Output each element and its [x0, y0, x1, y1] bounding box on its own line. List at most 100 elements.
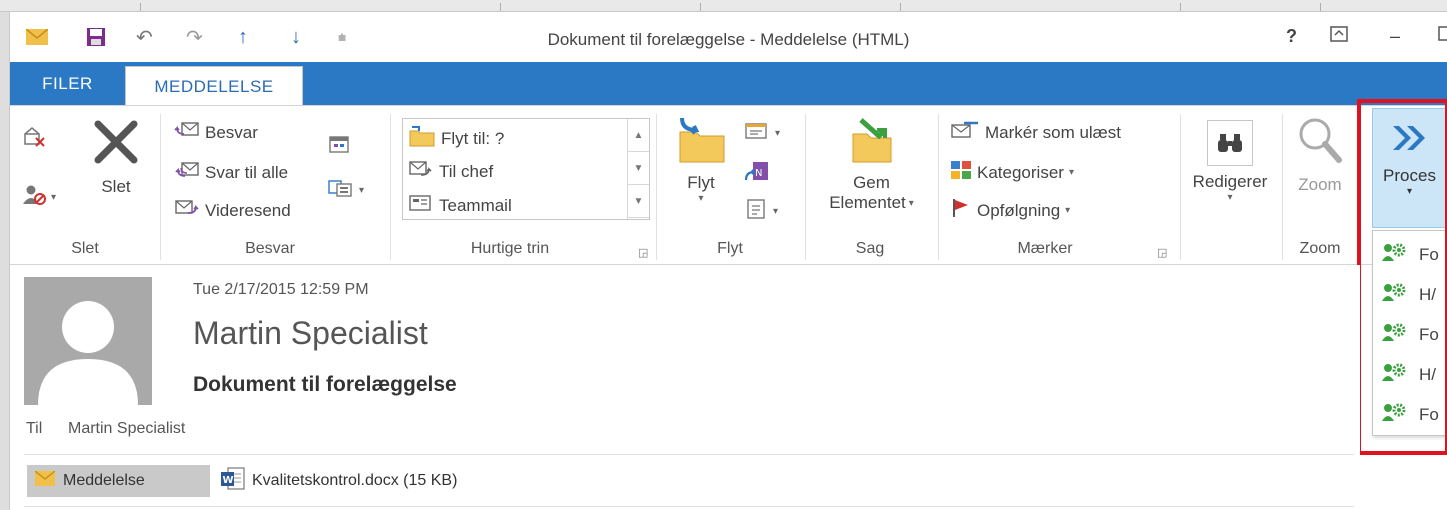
reply-all-button[interactable]: Svar til alle	[174, 160, 288, 185]
to-recipient[interactable]: Martin Specialist	[68, 420, 185, 438]
proces-button[interactable]: Proces ▾	[1372, 108, 1447, 228]
proces-label: Proces	[1383, 166, 1436, 185]
mark-unread-button[interactable]: Markér som ulæst	[950, 120, 1121, 145]
follow-up-button[interactable]: Opfølgning ▾	[950, 198, 1070, 223]
strip-tick	[500, 3, 501, 11]
group-label-zoom: Zoom	[1299, 240, 1341, 257]
mail-envelope-icon	[34, 470, 56, 491]
onenote-button[interactable]: N	[744, 160, 770, 189]
proces-menu-item[interactable]: Fo	[1381, 321, 1439, 348]
folder-arrow-icon	[409, 125, 435, 152]
quick-steps-scrollbar[interactable]: ▲ ▼ ▼	[627, 119, 649, 219]
magnifier-icon	[1297, 116, 1343, 169]
users-gear-icon	[1381, 321, 1407, 348]
more-respond-button[interactable]: ▾	[328, 178, 364, 203]
editing-button[interactable]: Redigerer ▾	[1190, 120, 1270, 203]
quick-step-team-email[interactable]: Teammail	[409, 193, 512, 218]
minimize-button[interactable]: –	[1390, 26, 1400, 47]
forward-mail-icon	[409, 159, 433, 184]
reply-label: Besvar	[205, 122, 258, 142]
categorize-button[interactable]: Kategoriser ▾	[950, 160, 1074, 185]
sender-name[interactable]: Martin Specialist	[193, 315, 428, 352]
proces-menu-label: Fo	[1419, 404, 1439, 424]
forward-label: Videresend	[205, 200, 291, 220]
group-label-sag: Sag	[855, 240, 885, 257]
ignore-icon	[22, 126, 46, 153]
proces-menu-label: Fo	[1419, 244, 1439, 264]
svg-text:W: W	[223, 475, 234, 486]
save-item-button[interactable]: Gem Elementet ▾	[814, 116, 929, 213]
reply-button[interactable]: Besvar	[174, 120, 258, 145]
forward-button[interactable]: Videresend	[174, 198, 291, 223]
dropdown-arrow-icon: ▾	[1068, 167, 1074, 178]
scroll-up-icon[interactable]: ▲	[628, 119, 649, 152]
proces-menu-item[interactable]: H/	[1381, 361, 1436, 388]
users-gear-icon	[1381, 281, 1407, 308]
proces-button-inner: Proces ▾	[1373, 123, 1446, 197]
group-separator	[390, 114, 391, 260]
actions-button[interactable]: ▾	[744, 198, 778, 225]
quick-steps-gallery: Flyt til: ? Til chef Teammail ▲ ▼ ▼	[402, 118, 650, 220]
quick-step-move-to[interactable]: Flyt til: ?	[409, 125, 504, 152]
dropdown-arrow-icon: ▾	[1406, 186, 1413, 197]
meeting-button[interactable]	[328, 134, 350, 159]
flag-icon	[950, 198, 972, 223]
window-title: Dokument til forelæggelse - Meddelelse (…	[547, 30, 910, 49]
proces-menu-item[interactable]: Fo	[1381, 241, 1439, 268]
editing-label: Redigerer	[1192, 172, 1268, 191]
zoom-label: Zoom	[1298, 175, 1342, 194]
group-separator	[1282, 114, 1283, 260]
quick-step-label: Flyt til: ?	[441, 128, 505, 148]
ribbon-display-icon[interactable]	[1330, 26, 1348, 47]
message-subject: Dokument til forelæggelse	[193, 373, 457, 396]
rules-button[interactable]: ▾	[744, 120, 780, 147]
junk-button[interactable]: ▾	[22, 184, 56, 211]
message-body-tab[interactable]: Meddelelse	[27, 465, 210, 497]
tab-meddelelse[interactable]: MEDDELELSE	[125, 66, 303, 107]
proces-menu-label: H/	[1419, 364, 1436, 384]
tab-filer[interactable]: FILER	[10, 62, 125, 106]
ribbon: ▾ Slet Slet Besvar Svar til alle Videres…	[10, 105, 1447, 265]
avatar	[24, 277, 152, 405]
proces-menu-item[interactable]: H/	[1381, 281, 1436, 308]
message-tab-label: Meddelelse	[63, 472, 145, 489]
scroll-down-icon[interactable]: ▼	[628, 152, 649, 185]
delete-button[interactable]: Slet	[88, 118, 144, 197]
help-button[interactable]: ?	[1286, 26, 1297, 47]
save-item-label-1: Gem	[853, 173, 890, 192]
users-gear-icon	[1381, 401, 1407, 428]
save-item-label-2: Elementet	[829, 193, 906, 212]
to-label: Til	[26, 420, 43, 437]
dialog-launcher-icon[interactable]: ◲	[1157, 246, 1167, 259]
proces-menu-item[interactable]: Fo	[1381, 401, 1439, 428]
users-gear-icon	[1381, 241, 1407, 268]
quick-step-to-manager[interactable]: Til chef	[409, 159, 493, 184]
ignore-button[interactable]	[22, 126, 46, 153]
maximize-button[interactable]	[1438, 26, 1447, 47]
message-date: Tue 2/17/2015 12:59 PM	[193, 281, 369, 298]
move-folder-icon	[674, 116, 728, 169]
expand-gallery-icon[interactable]: ▼	[628, 185, 649, 218]
strip-tick	[700, 3, 701, 11]
reply-all-label: Svar til alle	[205, 162, 289, 182]
mark-unread-icon	[950, 120, 980, 145]
double-chevron-icon	[1391, 123, 1429, 158]
move-button[interactable]: Flyt ▾	[670, 116, 732, 204]
quick-step-label: Teammail	[439, 195, 512, 215]
group-separator	[1180, 114, 1181, 260]
dropdown-arrow-icon: ▾	[908, 197, 914, 209]
background-window-strip	[0, 0, 1447, 12]
attachment-item[interactable]: W Kvalitetskontrol.docx (15 KB)	[220, 465, 457, 497]
zoom-button[interactable]: Zoom	[1288, 116, 1352, 195]
proces-dropdown-menu: Fo H/ Fo H/ Fo	[1372, 230, 1447, 436]
onenote-icon: N	[744, 160, 770, 189]
meeting-icon	[328, 134, 350, 159]
group-separator	[805, 114, 806, 260]
dropdown-arrow-icon: ▾	[1227, 192, 1233, 203]
message-header: Tue 2/17/2015 12:59 PM Martin Specialist…	[10, 265, 1360, 510]
delete-x-icon	[92, 118, 140, 171]
dropdown-arrow-icon: ▾	[359, 185, 365, 196]
left-window-frame	[0, 12, 10, 510]
dialog-launcher-icon[interactable]: ◲	[638, 246, 648, 259]
follow-up-label: Opfølgning	[977, 200, 1061, 220]
